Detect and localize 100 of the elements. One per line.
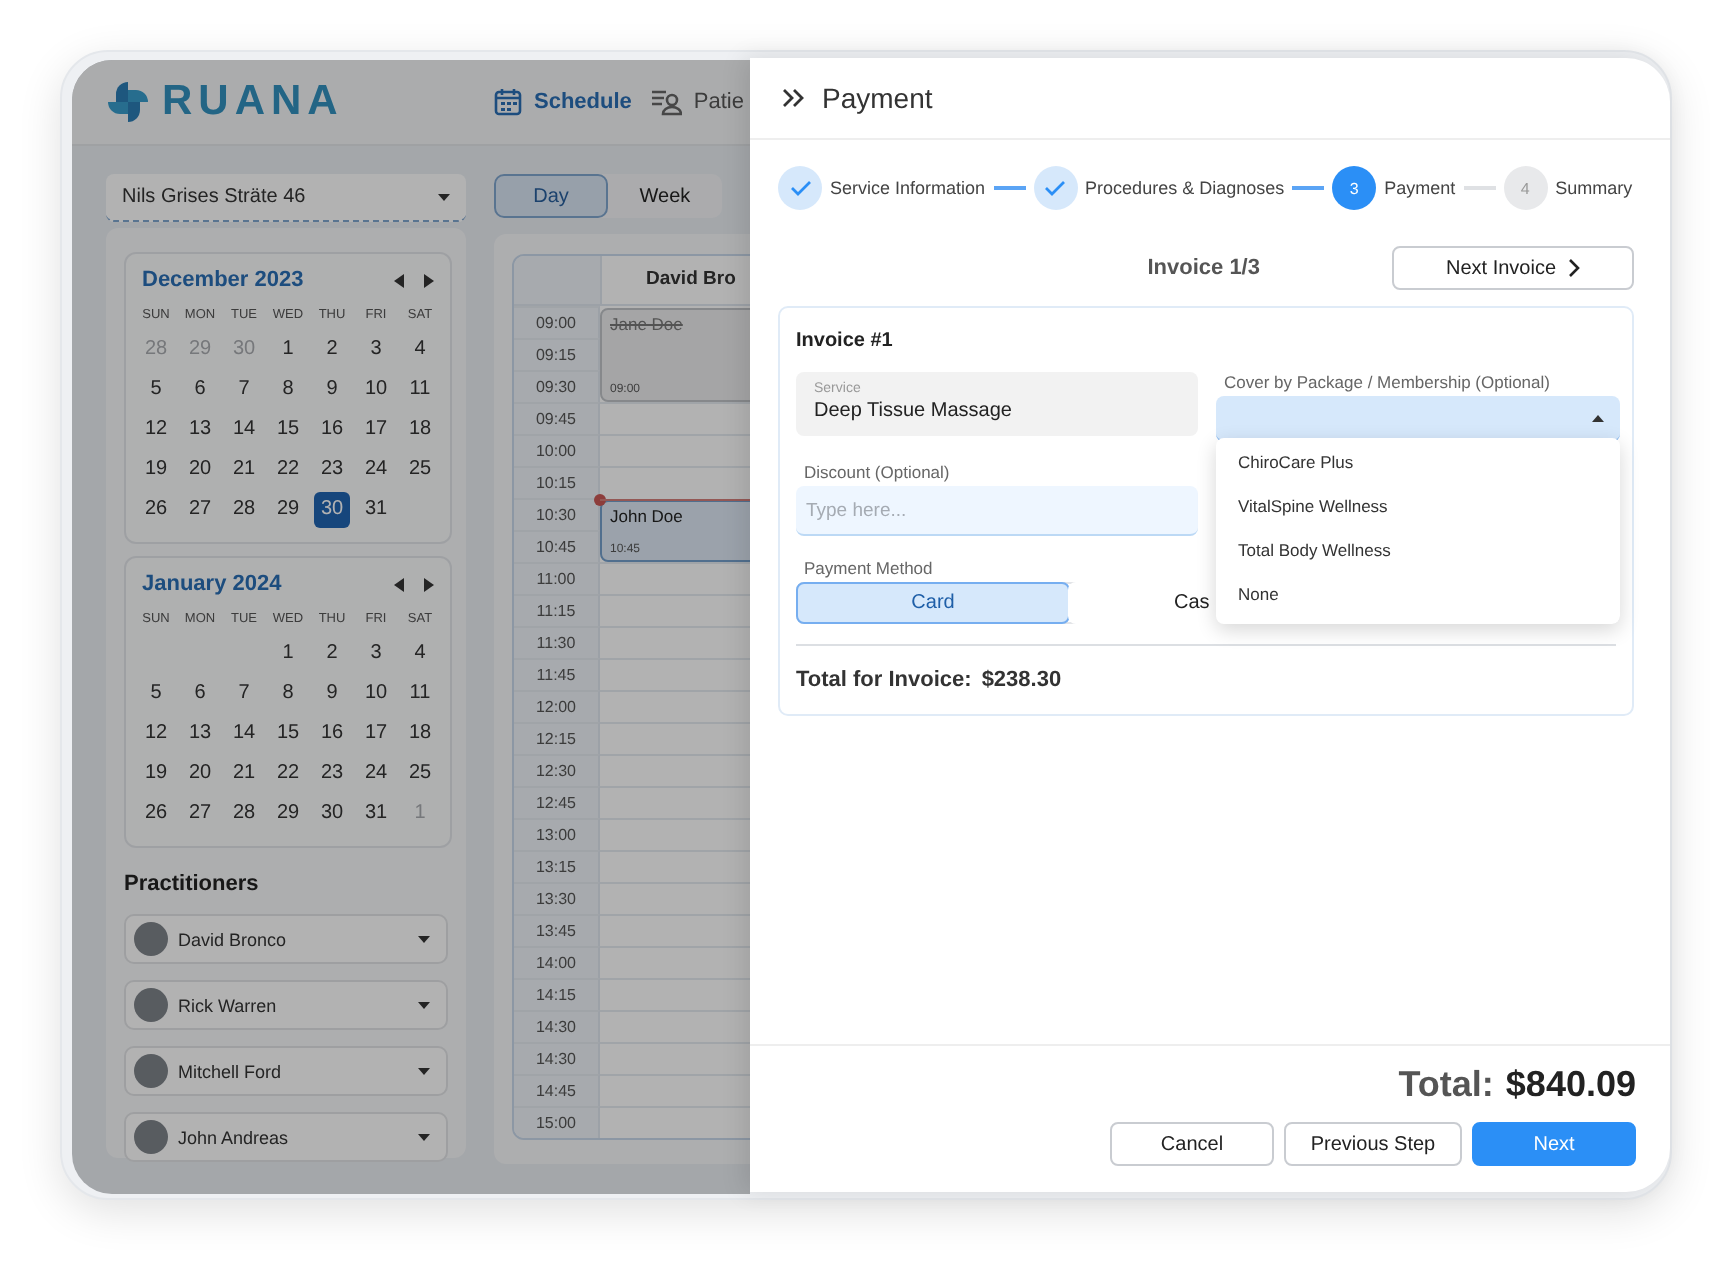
- nav-tab[interactable]: Schedule: [494, 88, 632, 116]
- view-tab[interactable]: Week: [608, 174, 722, 218]
- time-label: 09:00: [514, 306, 600, 338]
- calendar-day[interactable]: 27: [182, 796, 218, 832]
- next-invoice-button[interactable]: Next Invoice: [1392, 246, 1634, 290]
- calendar-day[interactable]: 17: [358, 412, 394, 448]
- calendar-day[interactable]: 20: [182, 756, 218, 792]
- step-label: Service Information: [830, 178, 986, 198]
- time-label: 14:30: [514, 1010, 600, 1042]
- calendar-day[interactable]: 22: [270, 756, 306, 792]
- calendar-day[interactable]: 29: [270, 492, 306, 528]
- calendar-day[interactable]: 8: [270, 676, 306, 712]
- view-tab[interactable]: Day: [494, 174, 608, 218]
- calendar-day[interactable]: 1: [270, 332, 306, 368]
- calendar-day[interactable]: 2: [314, 332, 350, 368]
- calendar-day[interactable]: 4: [402, 332, 438, 368]
- calendar-day[interactable]: 26: [138, 492, 174, 528]
- calendar-day[interactable]: 17: [358, 716, 394, 752]
- brand-name: RUANA: [162, 78, 344, 126]
- discount-field[interactable]: Type here...: [796, 486, 1198, 536]
- next-month-icon[interactable]: [424, 273, 434, 287]
- calendar-day[interactable]: 16: [314, 716, 350, 752]
- cover-select[interactable]: [1216, 396, 1620, 442]
- calendar-day[interactable]: 15: [270, 716, 306, 752]
- calendar-day[interactable]: 6: [182, 372, 218, 408]
- calendar-day[interactable]: 19: [138, 452, 174, 488]
- caret-icon: [1592, 414, 1604, 422]
- calendar-day[interactable]: 5: [138, 676, 174, 712]
- calendar-day[interactable]: 23: [314, 756, 350, 792]
- calendar-day[interactable]: 10: [358, 372, 394, 408]
- calendar-day[interactable]: 1: [270, 636, 306, 672]
- calendar-day[interactable]: 2: [314, 636, 350, 672]
- calendar-day[interactable]: 25: [402, 756, 438, 792]
- calendar-day[interactable]: 18: [402, 412, 438, 448]
- calendar-day[interactable]: 9: [314, 676, 350, 712]
- calendar-day[interactable]: 7: [226, 372, 262, 408]
- calendar-day[interactable]: 30: [314, 492, 350, 528]
- field-label: Cover by Package / Membership (Optional): [1224, 372, 1552, 392]
- calendar-day[interactable]: 27: [182, 492, 218, 528]
- calendar-day[interactable]: 29: [270, 796, 306, 832]
- calendar-day[interactable]: 11: [402, 372, 438, 408]
- calendar-day[interactable]: 12: [138, 412, 174, 448]
- calendar-day[interactable]: 22: [270, 452, 306, 488]
- location-select[interactable]: Nils Grises Sträte 46: [106, 174, 466, 222]
- calendar-day[interactable]: 4: [402, 636, 438, 672]
- calendar-day[interactable]: 24: [358, 452, 394, 488]
- person-list-icon: [651, 88, 682, 116]
- calendar-day[interactable]: 15: [270, 412, 306, 448]
- double-chevron-icon[interactable]: [782, 88, 804, 108]
- practitioner-select[interactable]: David Bronco: [124, 914, 448, 964]
- calendar-day[interactable]: 14: [226, 412, 262, 448]
- time-label: 13:00: [514, 818, 600, 850]
- time-label: 14:15: [514, 978, 600, 1010]
- calendar-day[interactable]: 19: [138, 756, 174, 792]
- calendar-day[interactable]: 31: [358, 796, 394, 832]
- calendar-day[interactable]: 16: [314, 412, 350, 448]
- avatar: [134, 922, 168, 956]
- calendar-day[interactable]: 6: [182, 676, 218, 712]
- calendar-day[interactable]: 14: [226, 716, 262, 752]
- time-label: 14:45: [514, 1074, 600, 1106]
- previous-month-icon[interactable]: [394, 273, 404, 287]
- calendar-day[interactable]: 28: [226, 492, 262, 528]
- time-label: 11:00: [514, 562, 600, 594]
- practitioner-name: David Bronco: [178, 929, 289, 949]
- calendar-day[interactable]: 23: [314, 452, 350, 488]
- next-month-icon[interactable]: [424, 577, 434, 591]
- calendar-day[interactable]: 25: [402, 452, 438, 488]
- calendar-day[interactable]: 24: [358, 756, 394, 792]
- calendar-day[interactable]: 11: [402, 676, 438, 712]
- time-label: 12:30: [514, 754, 600, 786]
- calendar-day[interactable]: 3: [358, 332, 394, 368]
- calendar-day[interactable]: 12: [138, 716, 174, 752]
- calendar-day[interactable]: 13: [182, 412, 218, 448]
- practitioner-select[interactable]: Rick Warren: [124, 980, 448, 1030]
- calendar-day[interactable]: 7: [226, 676, 262, 712]
- nav-tab[interactable]: Patie: [651, 88, 744, 116]
- calendar-day[interactable]: 31: [358, 492, 394, 528]
- calendar-day[interactable]: 28: [226, 796, 262, 832]
- calendar-day[interactable]: 10: [358, 676, 394, 712]
- secondary-button[interactable]: Previous Step: [1284, 1122, 1462, 1166]
- calendar-day[interactable]: 21: [226, 756, 262, 792]
- calendar-day[interactable]: 20: [182, 452, 218, 488]
- calendar-day[interactable]: 13: [182, 716, 218, 752]
- calendar-day[interactable]: 8: [270, 372, 306, 408]
- previous-month-icon[interactable]: [394, 577, 404, 591]
- dropdown-option[interactable]: ChiroCare Plus: [1216, 440, 1620, 484]
- payment-option[interactable]: Card: [796, 582, 1070, 624]
- calendar-day[interactable]: 3: [358, 636, 394, 672]
- calendar-day[interactable]: 5: [138, 372, 174, 408]
- calendar-day[interactable]: 18: [402, 716, 438, 752]
- calendar-day[interactable]: 30: [314, 796, 350, 832]
- dropdown-option[interactable]: Total Body Wellness: [1216, 528, 1620, 572]
- practitioner-select[interactable]: Mitchell Ford: [124, 1046, 448, 1096]
- calendar-day[interactable]: 26: [138, 796, 174, 832]
- secondary-button[interactable]: Cancel: [1110, 1122, 1274, 1166]
- calendar-day[interactable]: 9: [314, 372, 350, 408]
- total-amount: $238.30: [981, 668, 1062, 692]
- practitioner-select[interactable]: John Andreas: [124, 1112, 448, 1162]
- calendar-day[interactable]: 21: [226, 452, 262, 488]
- dropdown-option[interactable]: VitalSpine Wellness: [1216, 484, 1620, 528]
